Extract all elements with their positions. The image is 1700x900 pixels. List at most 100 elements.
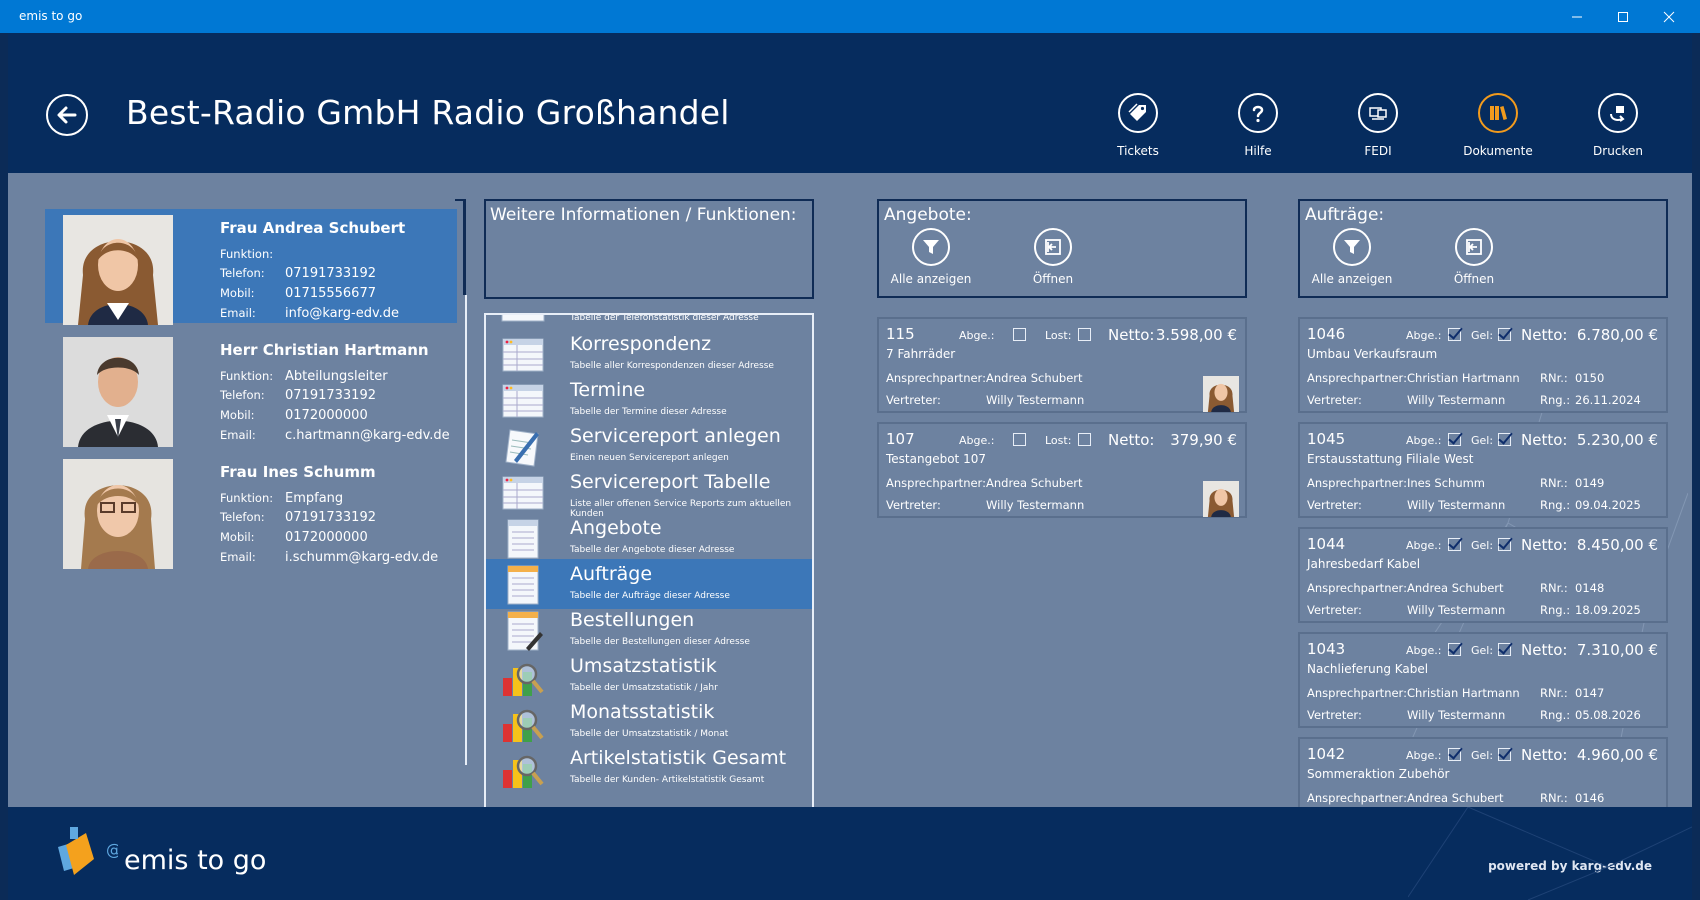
- function-item-aufträge[interactable]: Aufträge Tabelle der Aufträge dieser Adre…: [486, 559, 812, 609]
- netto-value: 379,90 €: [1170, 431, 1237, 449]
- abge-checkbox[interactable]: [1448, 643, 1461, 656]
- auftrag-card[interactable]: 1044 Jahresbedarf Kabel Abge.: Gel: Netto: 8.…: [1298, 527, 1668, 623]
- email-value[interactable]: c.hartmann@karg-edv.de: [285, 428, 450, 443]
- close-button[interactable]: [1646, 0, 1692, 33]
- lost-checkbox[interactable]: [1078, 328, 1091, 341]
- table-icon: [500, 334, 546, 376]
- auftraege-show-all-button[interactable]: Alle anzeigen: [1307, 228, 1397, 286]
- auftrag-card[interactable]: 1045 Erstausstattung Filiale West Abge.: Ge…: [1298, 422, 1668, 518]
- angebote-show-all-button[interactable]: Alle anzeigen: [886, 228, 976, 286]
- abge-checkbox[interactable]: [1448, 748, 1461, 761]
- print-button[interactable]: Drucken: [1568, 93, 1668, 158]
- abge-checkbox[interactable]: [1013, 328, 1026, 341]
- rng-label: Rng.:: [1540, 393, 1571, 407]
- auftrag-card[interactable]: 1042 Sommeraktion Zubehör Abge.: Gel: Netto:…: [1298, 737, 1668, 807]
- auftrag-card[interactable]: 1046 Umbau Verkaufsraum Abge.: Gel: Netto: 6.…: [1298, 317, 1668, 413]
- netto-value: 3.598,00 €: [1155, 326, 1237, 344]
- minimize-button[interactable]: [1554, 0, 1600, 33]
- gel-checkbox[interactable]: [1498, 433, 1511, 446]
- auftrag-number: 1042: [1307, 745, 1346, 763]
- angebot-card[interactable]: 115 7 Fahrräder Abge.: Lost: Netto: 3.59…: [877, 317, 1247, 413]
- gel-label: Gel:: [1471, 644, 1494, 657]
- abge-checkbox[interactable]: [1448, 328, 1461, 341]
- dokumente-button[interactable]: Dokumente: [1448, 93, 1548, 158]
- abge-checkbox[interactable]: [1013, 433, 1026, 446]
- lost-label: Lost:: [1045, 434, 1072, 447]
- email-value[interactable]: i.schumm@karg-edv.de: [285, 550, 438, 565]
- help-icon: [1252, 105, 1264, 123]
- minimize-icon: [1572, 16, 1582, 17]
- function-item-termine[interactable]: Termine Tabelle der Termine dieser Adress…: [486, 375, 812, 425]
- powered-by[interactable]: powered by karg-edv.de: [1488, 859, 1652, 873]
- ansprech-label: Ansprechpartner:: [1307, 686, 1407, 700]
- rnr-label: RNr.:: [1540, 371, 1568, 385]
- funktion-value: Abteilungsleiter: [285, 369, 388, 384]
- rnr-label: RNr.:: [1540, 686, 1568, 700]
- gel-checkbox[interactable]: [1498, 328, 1511, 341]
- lost-label: Lost:: [1045, 329, 1072, 342]
- rnr-label: RNr.:: [1540, 791, 1568, 805]
- email-value[interactable]: info@karg-edv.de: [285, 306, 399, 321]
- auftraege-open-button[interactable]: Öffnen: [1429, 228, 1519, 286]
- angebote-open-button[interactable]: Öffnen: [1008, 228, 1098, 286]
- lost-checkbox[interactable]: [1078, 433, 1091, 446]
- function-item-servicereport-anlegen[interactable]: Servicereport anlegen Einen neuen Service…: [486, 421, 812, 471]
- mobil-label: Mobil:: [220, 408, 255, 422]
- email-label: Email:: [220, 428, 256, 442]
- mobil-value: 01715556677: [285, 286, 376, 301]
- maximize-button[interactable]: [1600, 0, 1646, 33]
- auftrag-number: 1044: [1307, 535, 1346, 553]
- gel-checkbox[interactable]: [1498, 748, 1511, 761]
- function-item-artikelstatistik-gesamt[interactable]: Artikelstatistik Gesamt Tabelle der Kunde…: [486, 743, 812, 793]
- function-subtitle: Tabelle der Umsatzstatistik / Monat: [570, 729, 729, 739]
- email-label: Email:: [220, 550, 256, 564]
- auftrag-subject: Umbau Verkaufsraum: [1307, 347, 1438, 361]
- contact-card[interactable]: Herr Christian Hartmann Funktion: Abteilu…: [45, 331, 457, 447]
- app-window: Best-Radio GmbH Radio Großhandel Tickets…: [8, 33, 1692, 900]
- function-title: Servicereport anlegen: [570, 425, 781, 447]
- help-button[interactable]: Hilfe: [1208, 93, 1308, 158]
- function-item-bestellungen[interactable]: Bestellungen Tabelle der Bestellungen die…: [486, 605, 812, 655]
- function-item-monatsstatistik[interactable]: Monatsstatistik Tabelle der Umsatzstatist…: [486, 697, 812, 747]
- filter-icon: [923, 240, 939, 254]
- contact-card[interactable]: Frau Andrea Schubert Funktion: Telefon: 0…: [45, 209, 457, 325]
- ansprech-label: Ansprechpartner:: [1307, 371, 1407, 385]
- fedi-button[interactable]: FEDI: [1328, 93, 1428, 158]
- abge-label: Abge.:: [1406, 749, 1442, 762]
- auftrag-subject: Jahresbedarf Kabel: [1307, 557, 1421, 571]
- function-item-servicereport-tabelle[interactable]: Servicereport Tabelle Liste aller offenen…: [486, 467, 812, 519]
- decorative-lines: [1408, 807, 1692, 900]
- function-item-umsatzstatistik[interactable]: Umsatzstatistik Tabelle der Umsatzstatist…: [486, 651, 812, 701]
- netto-value: 4.960,00 €: [1576, 746, 1658, 764]
- contact-photo: [63, 459, 173, 569]
- gel-checkbox[interactable]: [1498, 643, 1511, 656]
- function-title: Umsatzstatistik: [570, 655, 717, 677]
- gel-checkbox[interactable]: [1498, 538, 1511, 551]
- function-item-angebote[interactable]: Angebote Tabelle der Angebote dieser Adre…: [486, 513, 812, 563]
- angebot-subject: Testangebot 107: [886, 452, 986, 466]
- abge-label: Abge.:: [1406, 644, 1442, 657]
- funktion-value: Empfang: [285, 491, 344, 506]
- rng-label: Rng.:: [1540, 603, 1571, 617]
- close-icon: [1663, 11, 1675, 22]
- pen-document-icon: [500, 426, 546, 468]
- function-title: Korrespondenz: [570, 333, 712, 355]
- auftrag-card[interactable]: 1043 Nachlieferung Kabel Abge.: Gel: Netto: 7…: [1298, 632, 1668, 728]
- content-area: Frau Andrea Schubert Funktion: Telefon: 0…: [8, 173, 1692, 807]
- vertreter-label: Vertreter:: [886, 393, 941, 407]
- tickets-button[interactable]: Tickets: [1088, 93, 1188, 158]
- back-button[interactable]: [46, 94, 88, 136]
- abge-checkbox[interactable]: [1448, 538, 1461, 551]
- vertreter-value: Willy Testermann: [986, 498, 1085, 512]
- rng-value: 18.09.2025: [1575, 603, 1641, 617]
- abge-label: Abge.:: [1406, 539, 1442, 552]
- function-item-korrespondenz[interactable]: Korrespondenz Tabelle aller Korrespondenz…: [486, 329, 812, 379]
- function-title: Termine: [570, 379, 646, 401]
- abge-checkbox[interactable]: [1448, 433, 1461, 446]
- contact-card[interactable]: Frau Ines Schumm Funktion: Empfang Telefo…: [45, 453, 457, 569]
- angebot-card[interactable]: 107 Testangebot 107 Abge.: Lost: Netto: …: [877, 422, 1247, 518]
- gel-label: Gel:: [1471, 749, 1494, 762]
- angebot-number: 115: [886, 325, 915, 343]
- contact-name: Herr Christian Hartmann: [220, 341, 429, 359]
- vertreter-value: Willy Testermann: [1407, 498, 1506, 512]
